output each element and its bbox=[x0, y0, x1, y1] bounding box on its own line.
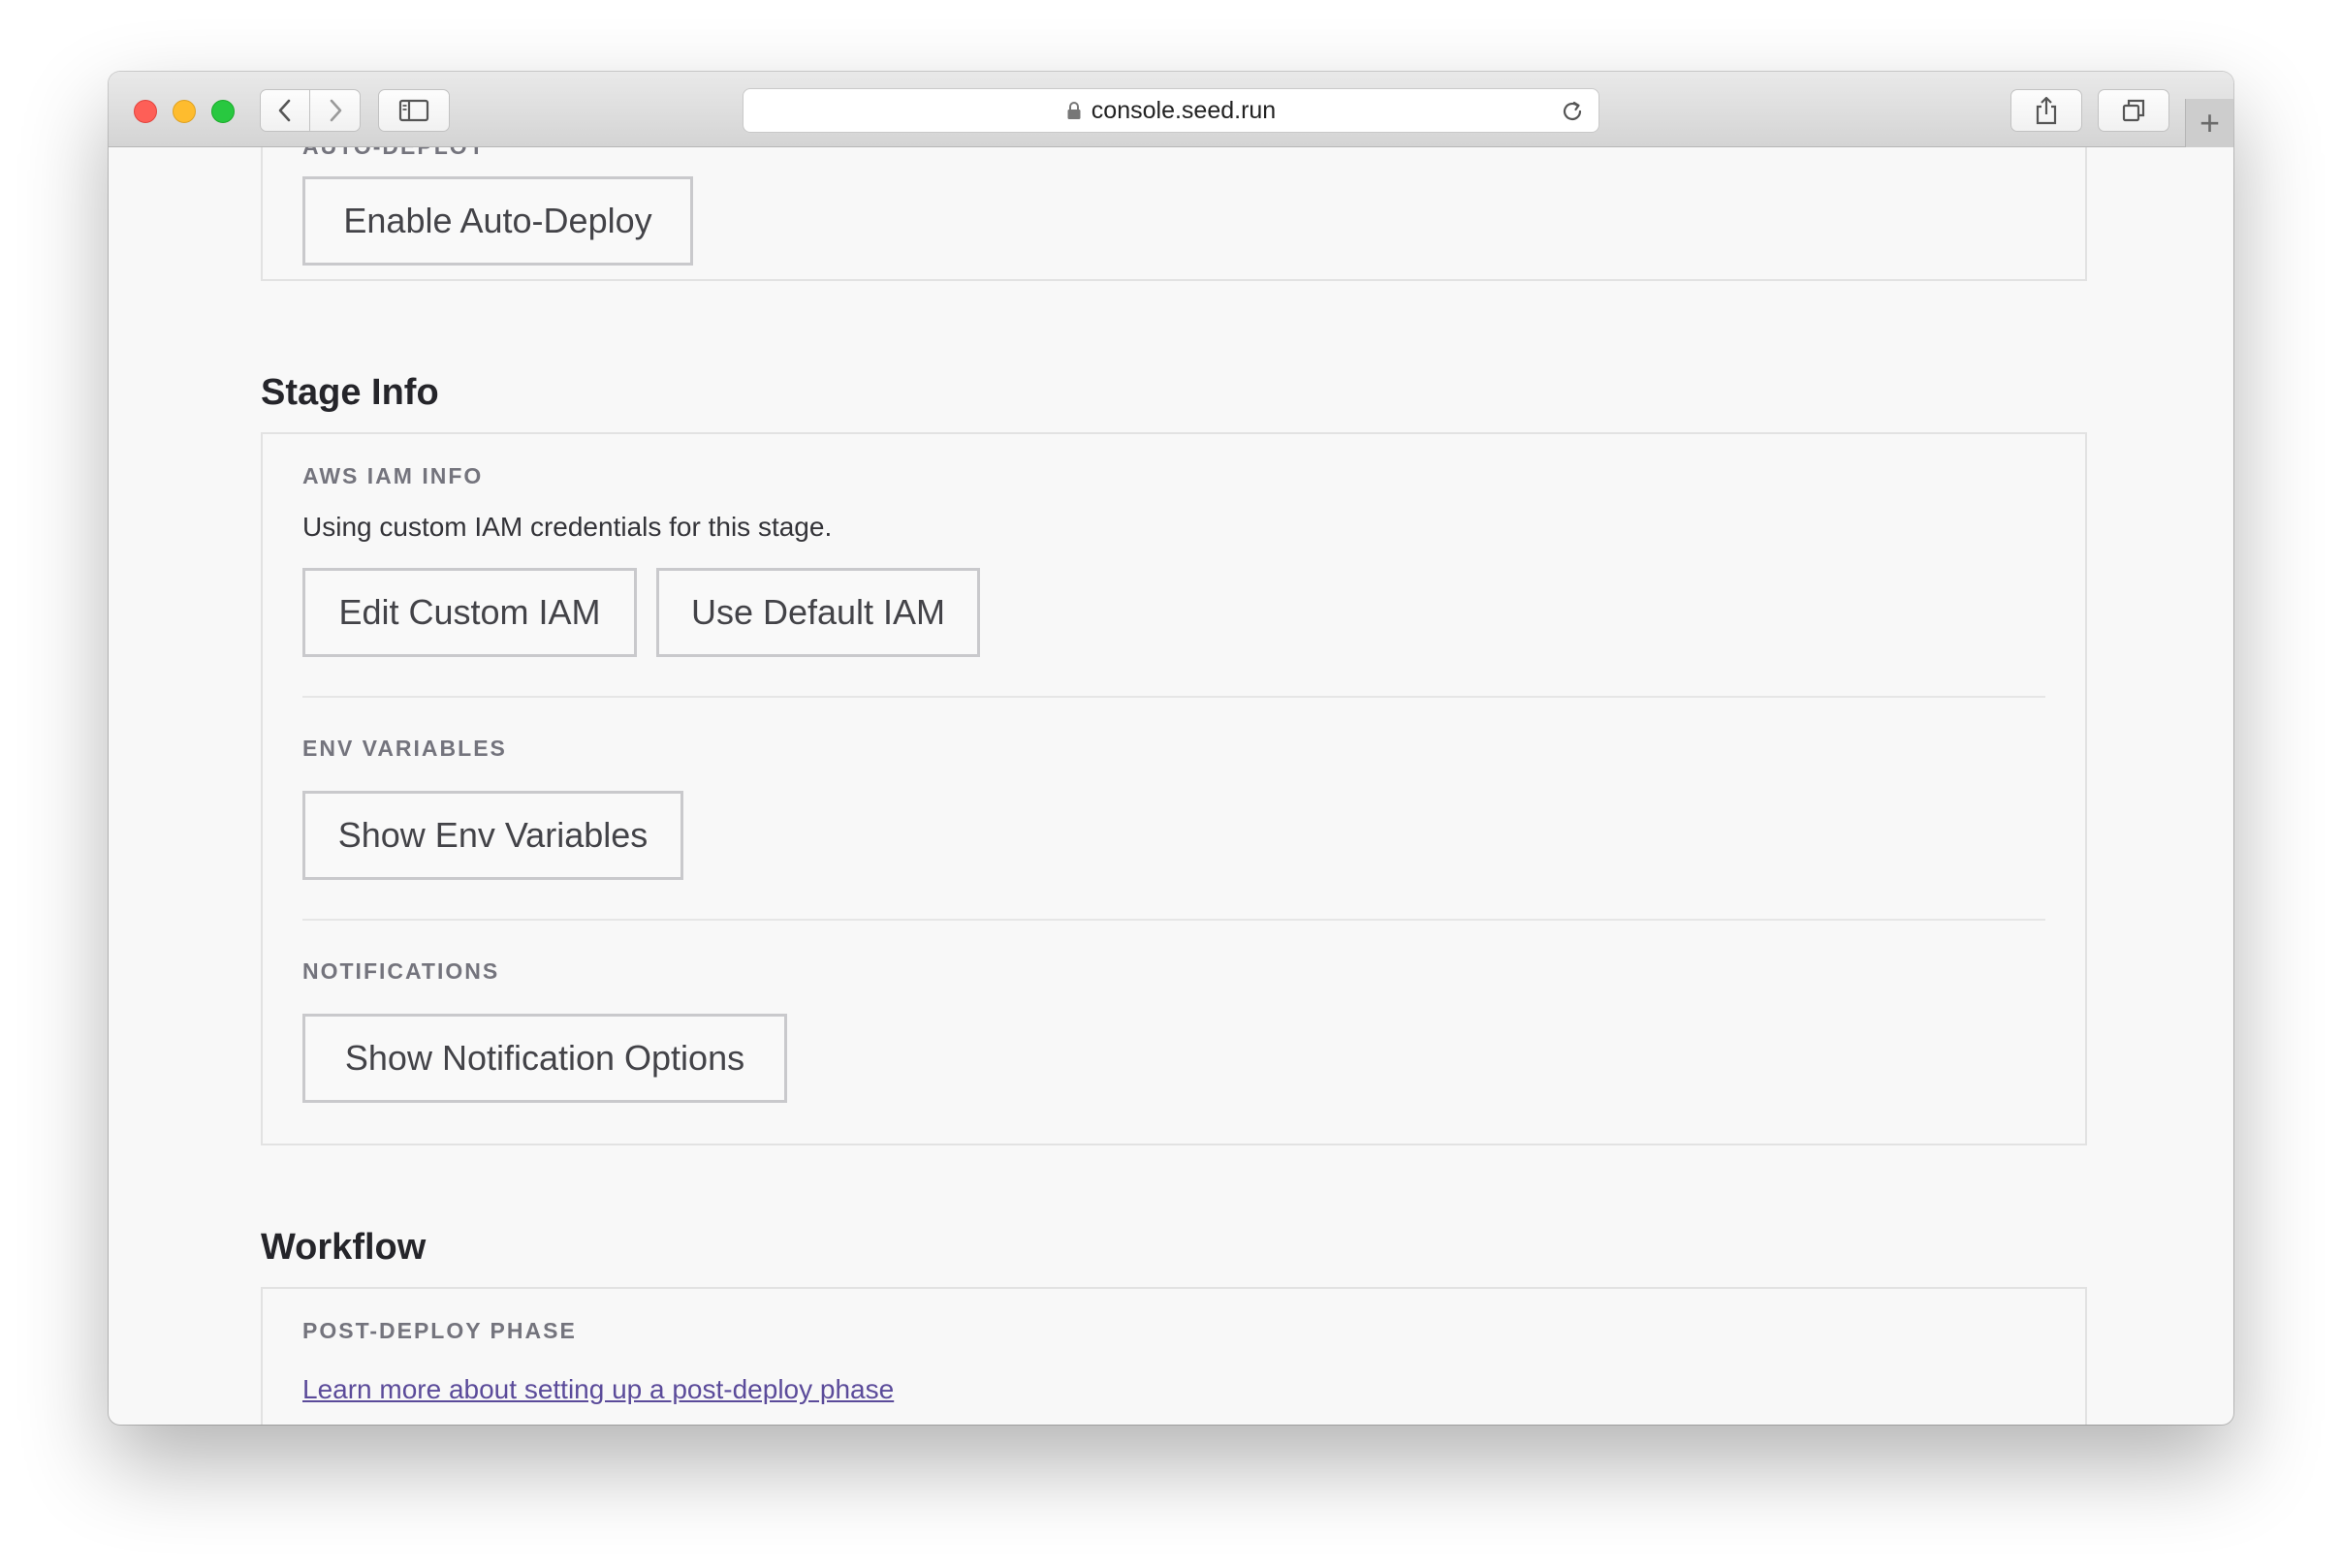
show-tabs-button[interactable] bbox=[2098, 89, 2169, 132]
chevron-right-icon bbox=[330, 99, 341, 122]
forward-button[interactable] bbox=[310, 89, 361, 132]
notifications-label: NOTIFICATIONS bbox=[302, 958, 500, 984]
post-deploy-phase-label: POST-DEPLOY PHASE bbox=[302, 1318, 577, 1343]
minimize-window-button[interactable] bbox=[173, 100, 196, 123]
section-divider bbox=[302, 919, 2045, 921]
show-env-variables-button[interactable]: Show Env Variables bbox=[302, 791, 683, 880]
aws-iam-info-label: AWS IAM INFO bbox=[302, 463, 484, 488]
workflow-panel: POST-DEPLOY PHASE Learn more about setti… bbox=[261, 1287, 2087, 1425]
address-bar[interactable]: console.seed.run bbox=[743, 88, 1599, 133]
auto-deploy-panel: AUTO-DEPLOY Enable Auto-Deploy bbox=[261, 147, 2087, 281]
show-notification-options-button[interactable]: Show Notification Options bbox=[302, 1014, 787, 1103]
share-icon bbox=[2036, 96, 2057, 125]
section-divider bbox=[302, 696, 2045, 698]
new-tab-button[interactable]: + bbox=[2185, 99, 2233, 147]
stage-info-panel: AWS IAM INFO Using custom IAM credential… bbox=[261, 432, 2087, 1145]
browser-window: console.seed.run + AUTO-DEPLOY Enable Au… bbox=[109, 72, 2233, 1425]
aws-iam-description: Using custom IAM credentials for this st… bbox=[302, 512, 833, 542]
lock-icon bbox=[1067, 102, 1081, 119]
zoom-window-button[interactable] bbox=[211, 100, 235, 123]
sidebar-icon bbox=[398, 99, 429, 122]
sidebar-toggle-button[interactable] bbox=[378, 89, 450, 132]
auto-deploy-label: AUTO-DEPLOY bbox=[302, 147, 486, 160]
stage-info-heading: Stage Info bbox=[261, 372, 439, 413]
plus-icon: + bbox=[2199, 103, 2221, 142]
chevron-left-icon bbox=[278, 99, 291, 122]
url-text: console.seed.run bbox=[1091, 96, 1277, 124]
env-variables-label: ENV VARIABLES bbox=[302, 736, 507, 761]
back-button[interactable] bbox=[260, 89, 310, 132]
reload-icon[interactable] bbox=[1560, 99, 1585, 124]
share-button[interactable] bbox=[2010, 89, 2082, 132]
use-default-iam-button[interactable]: Use Default IAM bbox=[656, 568, 980, 657]
edit-custom-iam-button[interactable]: Edit Custom IAM bbox=[302, 568, 637, 657]
workflow-heading: Workflow bbox=[261, 1227, 427, 1268]
close-window-button[interactable] bbox=[134, 100, 157, 123]
post-deploy-learn-more-link[interactable]: Learn more about setting up a post-deplo… bbox=[302, 1374, 894, 1405]
enable-auto-deploy-button[interactable]: Enable Auto-Deploy bbox=[302, 176, 693, 266]
tabs-overview-icon bbox=[2122, 99, 2145, 122]
browser-toolbar: console.seed.run + bbox=[109, 72, 2233, 147]
page-content: AUTO-DEPLOY Enable Auto-Deploy Stage Inf… bbox=[109, 147, 2233, 1425]
